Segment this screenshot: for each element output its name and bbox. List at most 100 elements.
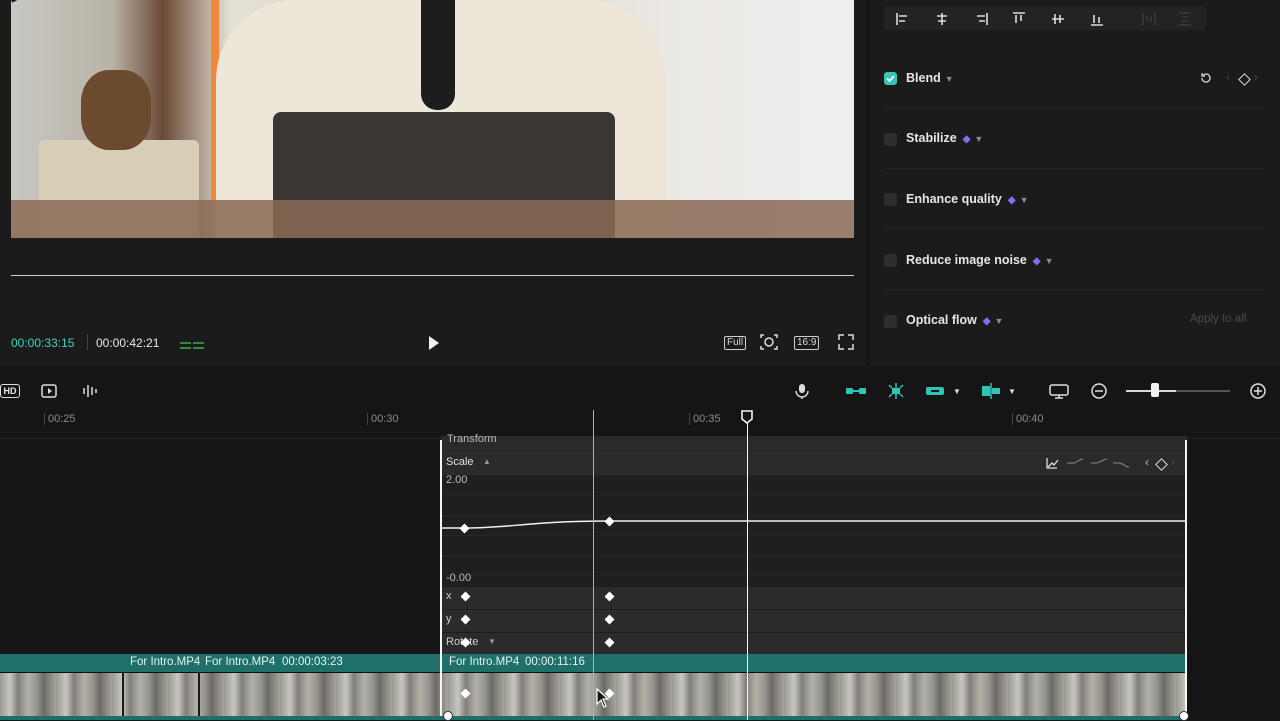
premium-gem-icon: ◆	[1007, 195, 1016, 206]
clip-duration: 00:00:11:16	[525, 656, 585, 668]
hd-toggle[interactable]: HD	[0, 384, 20, 398]
next-keyframe-icon[interactable]: ›	[1254, 70, 1258, 84]
play-button[interactable]	[424, 334, 442, 352]
apply-to-all-button[interactable]: Apply to all	[1190, 313, 1246, 325]
param-row-y[interactable]	[441, 609, 1187, 632]
reduce-noise-checkbox[interactable]	[884, 254, 897, 267]
aspect-ratio-button[interactable]: 16:9	[794, 336, 820, 350]
scale-curve-graph[interactable]: 2.00 -0.00	[441, 474, 1187, 586]
microphone	[421, 0, 455, 110]
optical-flow-checkbox[interactable]	[884, 315, 897, 328]
chevron-down-icon: ▼	[944, 74, 954, 84]
transform-label: Transform	[447, 433, 497, 445]
blend-checkbox[interactable]	[884, 72, 897, 85]
align-toolbar	[884, 6, 1206, 30]
prev-keyframe-icon[interactable]: ‹	[1226, 70, 1230, 84]
preview-axis-icon[interactable]	[1048, 382, 1070, 400]
video-frame[interactable]	[11, 0, 854, 238]
scale-label: Scale	[446, 456, 474, 468]
chevron-down-icon[interactable]: ▼	[952, 382, 962, 400]
full-resolution-button[interactable]: Full	[724, 336, 747, 350]
preview-scrub-line[interactable]	[11, 275, 854, 276]
crop-focus-icon[interactable]	[759, 333, 779, 351]
align-center-horizontal-icon[interactable]	[935, 12, 949, 26]
audio-split-icon[interactable]	[80, 382, 100, 400]
chevron-down-icon: ▼	[1019, 195, 1029, 205]
chevron-up-icon[interactable]: ▲	[483, 457, 491, 466]
enhance-quality-label[interactable]: Enhance quality ◆ ▼	[906, 192, 1028, 206]
add-keyframe-icon[interactable]	[1238, 73, 1251, 86]
chevron-down-icon: ▼	[994, 316, 1004, 326]
mic-arm	[11, 0, 227, 74]
microphone-icon[interactable]	[793, 382, 811, 400]
align-left-icon[interactable]	[896, 12, 910, 26]
option-row-enhance-quality: Enhance quality ◆ ▼	[884, 168, 1264, 229]
clip-boundary[interactable]	[122, 672, 124, 716]
playhead-handle[interactable]	[741, 410, 753, 424]
chevron-down-icon[interactable]: ▼	[1007, 382, 1017, 400]
chevron-down-icon: ▼	[1044, 256, 1054, 266]
param-row-rotate[interactable]	[441, 632, 1187, 655]
playhead-line[interactable]	[747, 420, 748, 720]
auto-link-icon[interactable]	[924, 382, 946, 400]
clip-boundary[interactable]	[198, 672, 200, 716]
clip-name: For Intro.MP4	[205, 656, 276, 668]
reset-icon[interactable]	[1199, 71, 1213, 85]
link-clips-icon[interactable]	[845, 382, 867, 400]
graph-curve-icon[interactable]	[1045, 456, 1059, 470]
timeline-toolbar	[0, 372, 1280, 410]
param-row-x[interactable]	[441, 586, 1187, 609]
reduce-noise-label[interactable]: Reduce image noise ◆ ▼	[906, 253, 1054, 267]
checkmark-icon	[886, 75, 895, 83]
align-center-vertical-icon[interactable]	[1051, 12, 1065, 26]
option-row-stabilize: Stabilize ◆ ▼	[884, 108, 1264, 169]
premium-gem-icon: ◆	[962, 134, 971, 145]
ruler-label: 00:35	[693, 413, 721, 425]
clip-name: For Intro.MP4	[130, 656, 201, 668]
premium-gem-icon: ◆	[982, 316, 991, 327]
clip-duration: 00:00:03:23	[282, 656, 343, 668]
enhance-quality-checkbox[interactable]	[884, 193, 897, 206]
prev-keyframe-icon[interactable]: ‹	[1145, 455, 1149, 469]
add-keyframe-icon[interactable]	[1155, 458, 1168, 471]
ruler-tick	[1012, 413, 1013, 425]
ruler-tick	[367, 413, 368, 425]
clip-trim-handle-right[interactable]	[1185, 440, 1187, 716]
zoom-in-icon[interactable]	[1249, 382, 1267, 400]
split-track-icon[interactable]	[980, 382, 1002, 400]
ruler-label: 00:25	[48, 413, 76, 425]
align-bottom-icon[interactable]	[1090, 12, 1104, 26]
option-row-reduce-noise: Reduce image noise ◆ ▼	[884, 229, 1264, 290]
ruler-label: 00:40	[1016, 413, 1044, 425]
align-top-icon[interactable]	[1012, 12, 1026, 26]
mouse-pointer-icon	[596, 688, 610, 708]
timecode-current: 00:00:33:15	[11, 336, 75, 350]
timecode-separator	[87, 334, 88, 350]
desk	[11, 200, 854, 238]
ruler-tick	[689, 413, 690, 425]
clip-name: For Intro.MP4	[449, 656, 520, 668]
zoom-slider-handle[interactable]	[1151, 383, 1159, 397]
blend-label[interactable]: Blend ▼	[906, 71, 954, 85]
option-row-blend: Blend ▼ ‹ ›	[884, 48, 1264, 109]
scale-row[interactable]: Scale ▲ ‹ ›	[441, 451, 1187, 475]
preview-render-icon[interactable]	[40, 382, 60, 400]
ruler-label: 00:30	[371, 413, 399, 425]
transform-section-header[interactable]: Transform	[441, 433, 1187, 450]
ease-presets-icon[interactable]	[1067, 457, 1135, 469]
snap-magnet-icon[interactable]	[886, 382, 906, 400]
optical-flow-label[interactable]: Optical flow ◆ ▼	[906, 313, 1003, 327]
chevron-down-icon[interactable]: ▼	[488, 637, 496, 646]
hover-cursor-line	[593, 410, 594, 720]
timeline-ruler[interactable]	[0, 410, 1280, 439]
stabilize-label[interactable]: Stabilize ◆ ▼	[906, 131, 983, 145]
ruler-tick	[44, 413, 45, 425]
plant-trunk	[81, 70, 151, 150]
stabilize-checkbox[interactable]	[884, 133, 897, 146]
chevron-down-icon: ▼	[974, 134, 984, 144]
next-keyframe-icon[interactable]: ›	[1171, 455, 1175, 469]
zoom-out-icon[interactable]	[1090, 382, 1108, 400]
fullscreen-icon[interactable]	[837, 333, 855, 351]
align-right-icon[interactable]	[974, 12, 988, 26]
clip-trim-handle-left[interactable]	[440, 440, 442, 716]
